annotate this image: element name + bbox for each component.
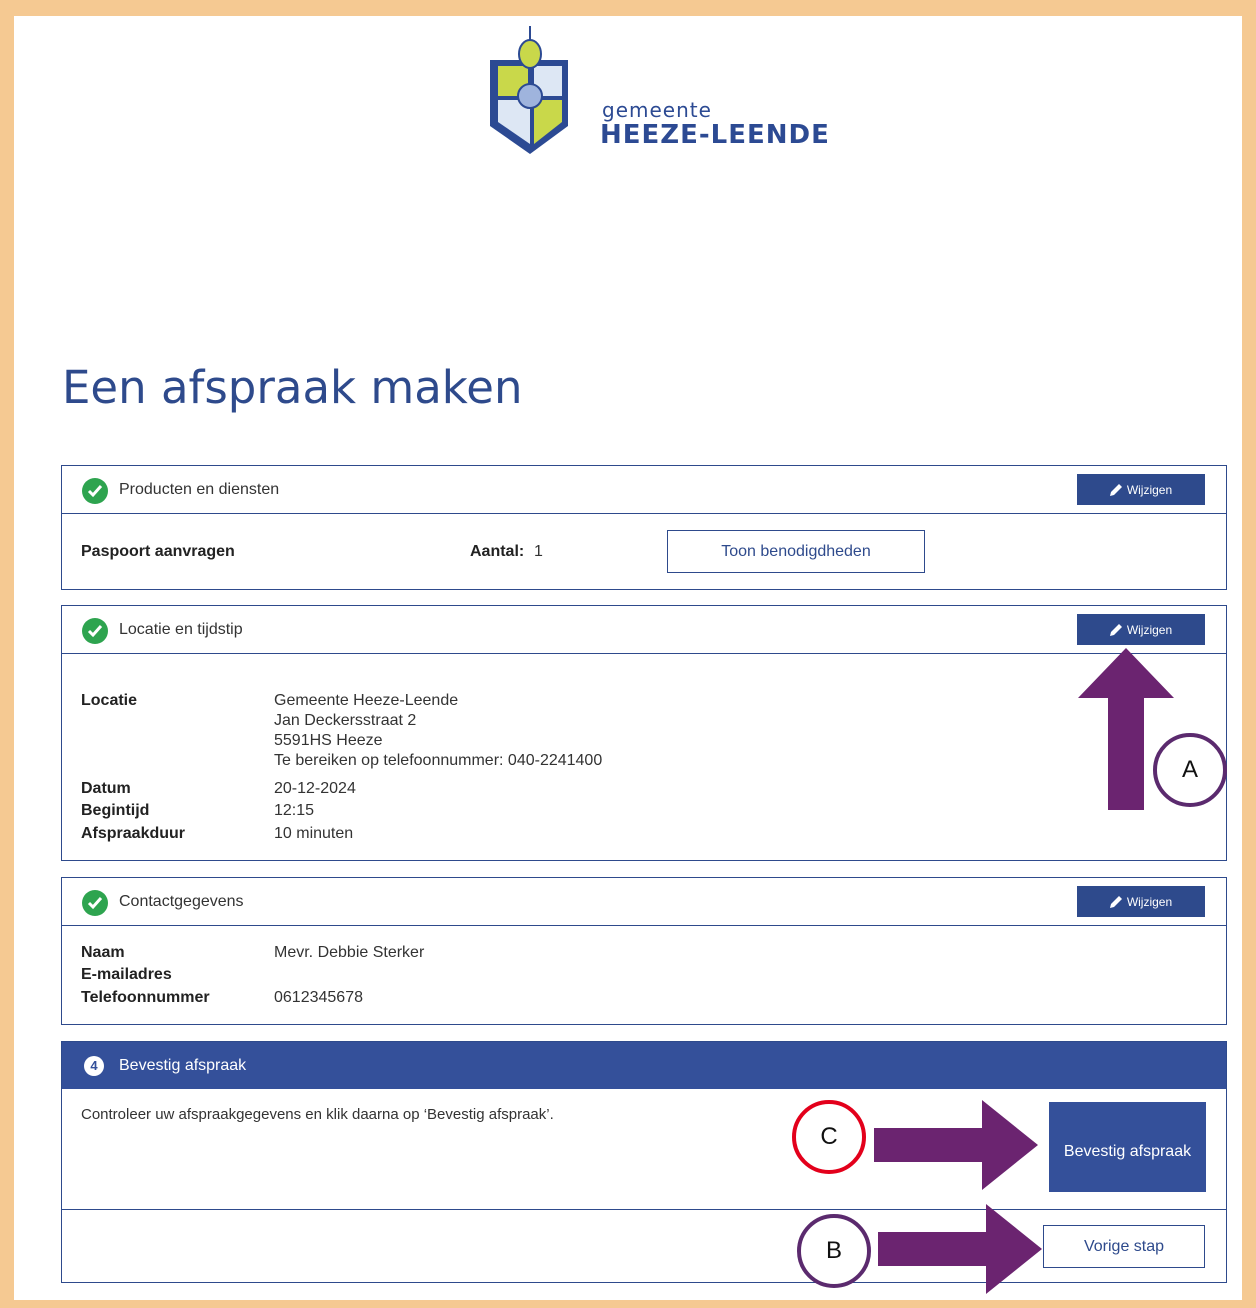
address-line: Te bereiken op telefoonnummer: 040-22414… <box>274 752 603 769</box>
section-title: Locatie en tijdstip <box>119 621 243 638</box>
coat-of-arms-icon <box>490 26 568 154</box>
show-requirements-button[interactable]: Toon benodigdheden <box>667 530 925 573</box>
edit-button-label: Wijzigen <box>1126 894 1173 909</box>
pencil-icon <box>1109 895 1122 908</box>
page-canvas: gemeente HEEZE-LEENDE Een afspraak maken… <box>14 16 1242 1300</box>
edit-products-button[interactable]: Wijzigen <box>1077 474 1205 505</box>
products-section-header: Producten en diensten Wijzigen <box>62 466 1226 514</box>
location-label: Locatie <box>81 692 138 709</box>
email-label: E-mailadres <box>81 966 172 983</box>
check-icon <box>82 618 108 644</box>
check-icon <box>82 478 108 504</box>
logo-text-name: HEEZE-LEENDE <box>600 120 830 150</box>
municipality-logo: gemeente HEEZE-LEENDE <box>490 22 830 162</box>
section-title: Producten en diensten <box>119 481 280 498</box>
divider <box>62 1209 1226 1210</box>
location-section: Locatie en tijdstip Wijzigen Locatie Gem… <box>61 605 1227 861</box>
confirm-section: 4 Bevestig afspraak Controleer uw afspra… <box>61 1041 1227 1283</box>
annotation-label-b: B <box>797 1214 871 1288</box>
start-time-label: Begintijd <box>81 802 150 819</box>
phone-label: Telefoonnummer <box>81 989 210 1006</box>
check-icon <box>82 890 108 916</box>
phone-value: 0612345678 <box>274 989 363 1006</box>
edit-contact-button[interactable]: Wijzigen <box>1077 886 1205 917</box>
section-title: Contactgegevens <box>119 893 244 910</box>
products-section: Producten en diensten Wijzigen Paspoort … <box>61 465 1227 590</box>
annotation-label-c: C <box>792 1100 866 1174</box>
pencil-icon <box>1109 623 1122 636</box>
section-title: Bevestig afspraak <box>119 1057 247 1074</box>
contact-section: Contactgegevens Wijzigen Naam Mevr. Debb… <box>61 877 1227 1025</box>
confirm-appointment-button[interactable]: Bevestig afspraak <box>1049 1102 1206 1192</box>
pencil-icon <box>1109 483 1122 496</box>
confirm-section-header: 4 Bevestig afspraak <box>62 1042 1226 1089</box>
duration-label: Afspraakduur <box>81 825 186 842</box>
page-title: Een afspraak maken <box>62 361 523 414</box>
product-name: Paspoort aanvragen <box>81 543 235 560</box>
annotation-arrow-c <box>874 1100 1038 1190</box>
count-value: 1 <box>534 543 543 560</box>
annotation-arrow-b <box>878 1204 1042 1294</box>
date-value: 20-12-2024 <box>274 780 356 797</box>
previous-step-button[interactable]: Vorige stap <box>1043 1225 1205 1268</box>
edit-button-label: Wijzigen <box>1126 622 1173 637</box>
location-section-header: Locatie en tijdstip Wijzigen <box>62 606 1226 654</box>
address-line: 5591HS Heeze <box>274 732 383 749</box>
step-number-badge: 4 <box>84 1056 104 1076</box>
confirm-instruction: Controleer uw afspraakgegevens en klik d… <box>81 1106 554 1123</box>
start-time-value: 12:15 <box>274 802 315 819</box>
logo-text-gemeente: gemeente <box>602 98 712 122</box>
edit-button-label: Wijzigen <box>1126 482 1173 497</box>
count-label: Aantal: <box>470 543 525 560</box>
location-address: Gemeente Heeze-Leende Jan Deckersstraat … <box>274 691 602 771</box>
name-label: Naam <box>81 944 125 961</box>
name-value: Mevr. Debbie Sterker <box>274 944 425 961</box>
duration-value: 10 minuten <box>274 825 354 842</box>
address-line: Jan Deckersstraat 2 <box>274 712 417 729</box>
edit-location-button[interactable]: Wijzigen <box>1077 614 1205 645</box>
contact-section-header: Contactgegevens Wijzigen <box>62 878 1226 926</box>
date-label: Datum <box>81 780 131 797</box>
address-line: Gemeente Heeze-Leende <box>274 692 459 709</box>
annotation-label-a: A <box>1153 733 1227 807</box>
